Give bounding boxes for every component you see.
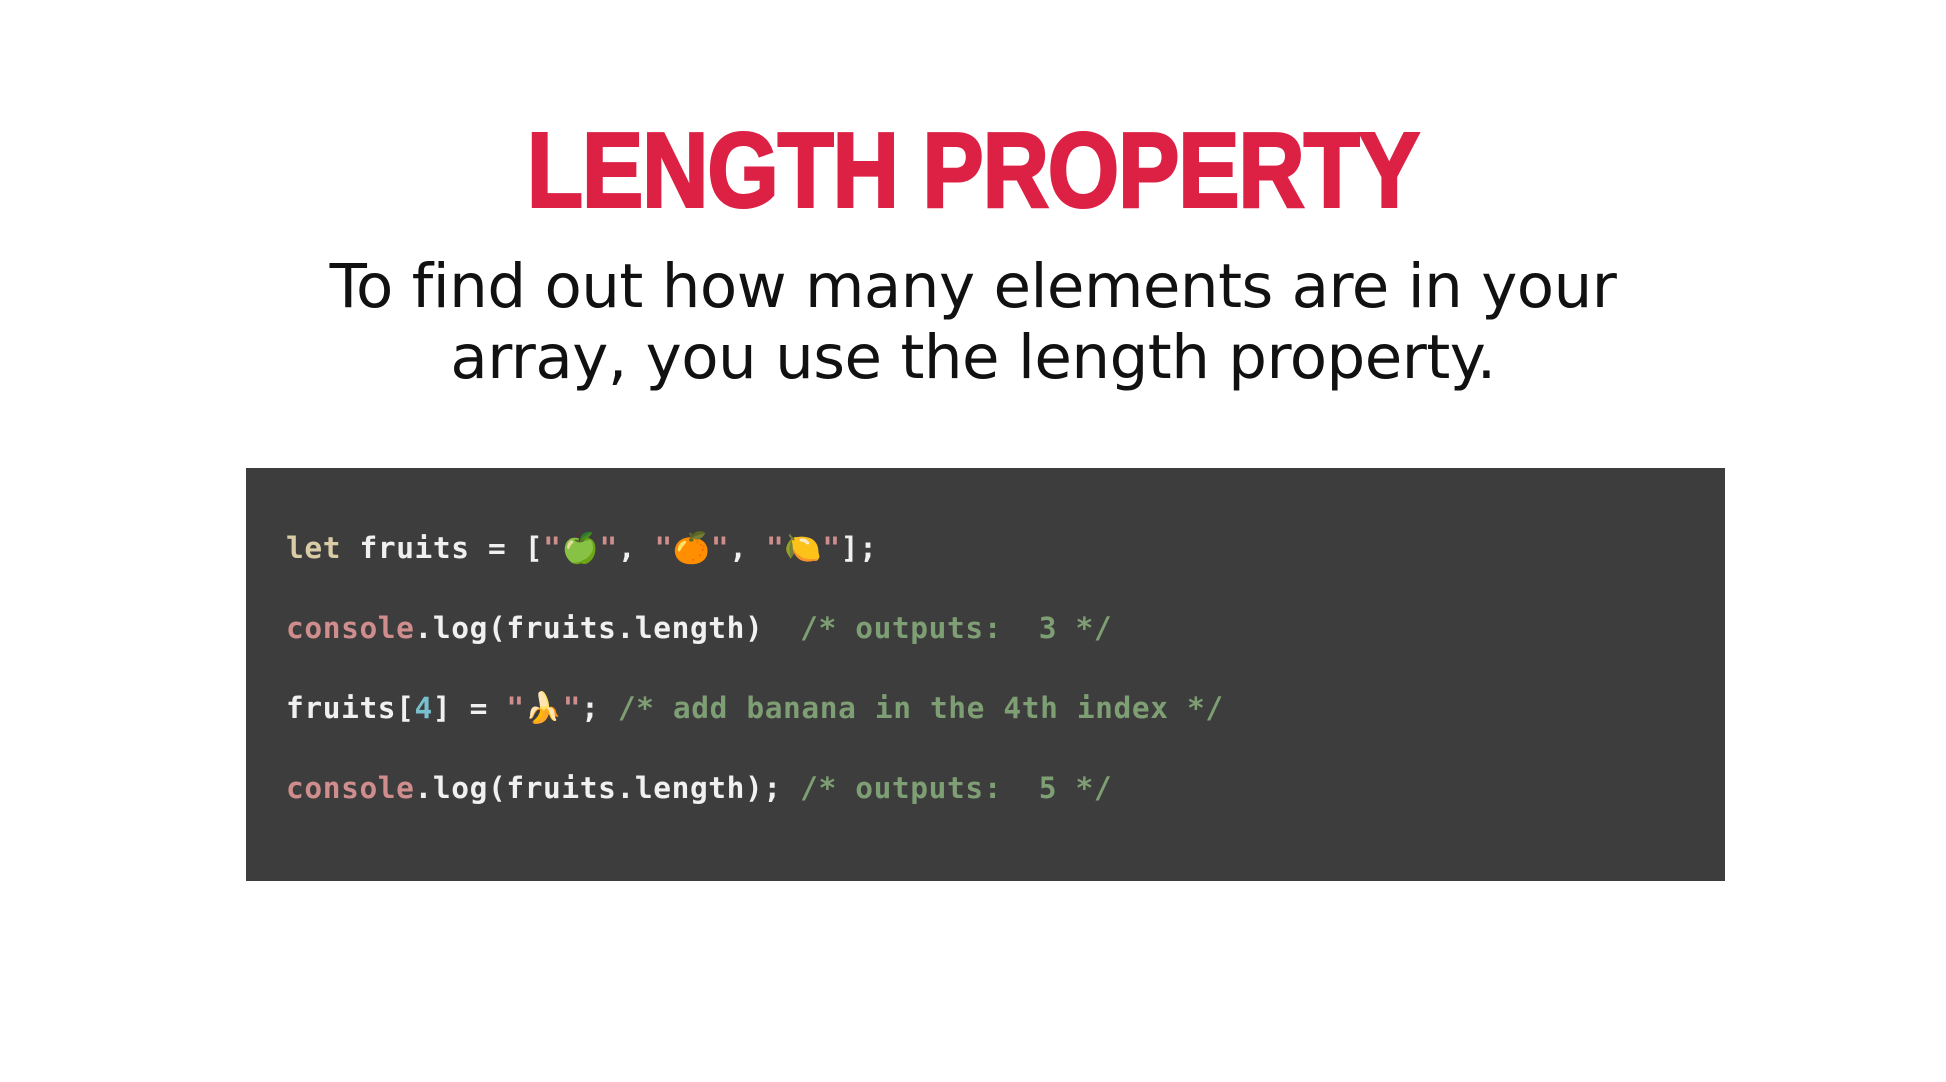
- code-quote-open-3: ": [766, 531, 785, 565]
- slide-root: LENGTH PROPERTY To find out how many ele…: [0, 0, 1946, 1082]
- code-call-log-length-2: .log(fruits.length);: [414, 771, 782, 805]
- code-quote-open-banana: ": [506, 691, 525, 725]
- code-identifier-fruits: fruits: [359, 531, 470, 565]
- body-paragraph: To find out how many elements are in you…: [223, 251, 1723, 394]
- page-title: LENGTH PROPERTY: [526, 111, 1421, 230]
- code-quote-open-1: ": [543, 531, 562, 565]
- body-paragraph-line-2: array, you use the length property.: [450, 321, 1496, 393]
- green-apple-icon: 🍏: [561, 531, 600, 566]
- banana-icon: 🍌: [524, 691, 563, 726]
- code-quote-close-2: ": [710, 531, 730, 565]
- code-object-console-2: console: [286, 771, 415, 805]
- code-object-console: console: [286, 611, 415, 645]
- code-call-log-length: .log(fruits.length): [414, 611, 764, 645]
- code-gap: [763, 611, 800, 645]
- code-quote-close-banana: ": [562, 691, 582, 725]
- code-quote-close-1: ": [599, 531, 618, 565]
- code-line-2: console.log(fruits.length) /* outputs: 3…: [286, 588, 1725, 668]
- tangerine-icon: 🍊: [672, 531, 711, 566]
- code-index-close-assign: ] =: [432, 691, 507, 725]
- code-comment-add-banana: /* add banana in the 4th index */: [617, 691, 1224, 725]
- lemon-icon: 🍋: [784, 531, 823, 566]
- code-close-bracket-semicolon: ];: [840, 531, 878, 565]
- code-number-4: 4: [414, 691, 433, 725]
- code-block: let fruits = ["🍏", "🍊", "🍋"]; console.lo…: [246, 468, 1725, 881]
- code-identifier-fruits-index-open: fruits[: [286, 691, 415, 725]
- code-semicolon: ;: [581, 691, 618, 725]
- code-keyword-let: let: [286, 531, 342, 565]
- code-comment-outputs-5: /* outputs: 5 */: [800, 771, 1113, 805]
- code-comment-outputs-3: /* outputs: 3 */: [800, 611, 1113, 645]
- code-line-4: console.log(fruits.length); /* outputs: …: [286, 748, 1725, 828]
- code-assign-open-bracket: = [: [469, 531, 544, 565]
- code-line-1: let fruits = ["🍏", "🍊", "🍋"];: [286, 508, 1725, 588]
- code-line-3: fruits[4] = "🍌"; /* add banana in the 4t…: [286, 668, 1725, 748]
- code-quote-close-3: ": [822, 531, 841, 565]
- code-comma-2: ,: [729, 531, 766, 565]
- code-gap-2: [782, 771, 800, 805]
- code-quote-open-2: ": [654, 531, 673, 565]
- code-comma-1: ,: [617, 531, 655, 565]
- body-paragraph-line-1: To find out how many elements are in you…: [329, 251, 1617, 322]
